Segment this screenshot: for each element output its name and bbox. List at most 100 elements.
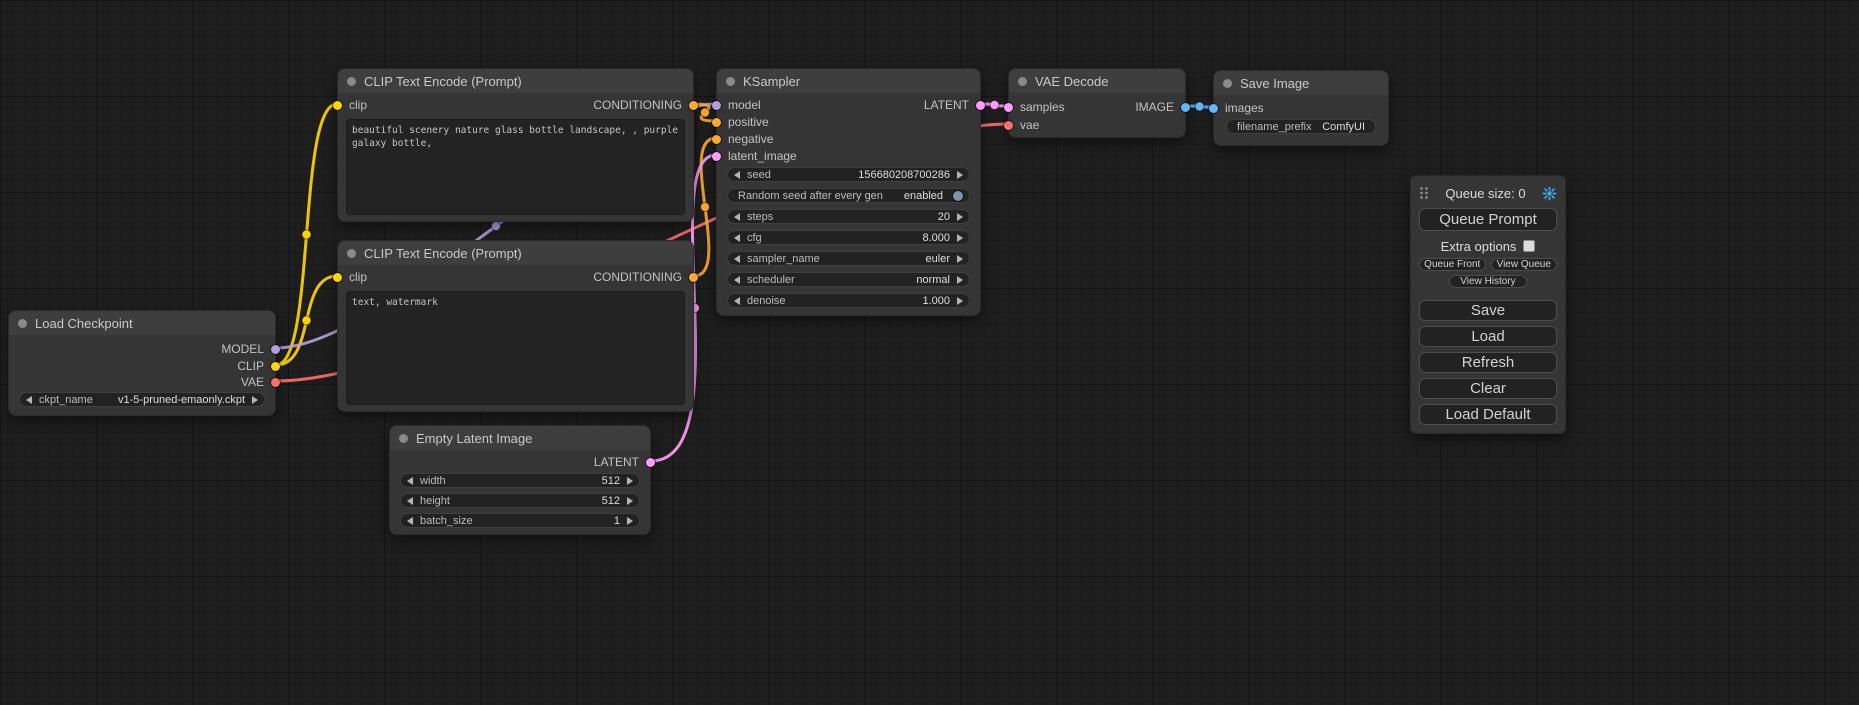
decrement-arrow-icon[interactable] xyxy=(407,477,413,485)
collapse-dot-icon[interactable] xyxy=(18,319,27,328)
node-clip-text-encode-positive[interactable]: CLIP Text Encode (Prompt) clip CONDITION… xyxy=(337,68,694,222)
node-title-bar[interactable]: Save Image xyxy=(1214,71,1388,95)
model-port-icon[interactable] xyxy=(712,101,721,110)
widget-seed[interactable]: seed 156680208700286 xyxy=(727,167,970,182)
queue-prompt-button[interactable]: Queue Prompt xyxy=(1419,208,1557,231)
widget-batch-size[interactable]: batch_size 1 xyxy=(400,513,640,528)
clip-port-icon[interactable] xyxy=(333,101,342,110)
output-slot-image: IMAGE xyxy=(1135,102,1190,112)
node-empty-latent-image[interactable]: Empty Latent Image LATENT width 512 heig… xyxy=(389,425,651,535)
input-slot-latent-image: latent_image xyxy=(712,151,797,161)
prompt-textarea[interactable]: text, watermark xyxy=(346,291,685,405)
queue-front-button[interactable]: Queue Front xyxy=(1419,258,1486,271)
clip-port-icon[interactable] xyxy=(271,362,280,371)
node-title-bar[interactable]: CLIP Text Encode (Prompt) xyxy=(338,69,693,93)
node-title-bar[interactable]: KSampler xyxy=(717,69,980,93)
drag-handle-icon[interactable] xyxy=(1419,186,1429,200)
decrement-arrow-icon[interactable] xyxy=(407,497,413,505)
slot-label: CLIP xyxy=(237,359,264,373)
node-title: Save Image xyxy=(1240,76,1309,91)
prompt-textarea[interactable]: beautiful scenery nature glass bottle la… xyxy=(346,119,685,215)
increment-arrow-icon[interactable] xyxy=(957,297,963,305)
node-graph-canvas[interactable]: Load Checkpoint MODEL CLIP VAE ckpt_name… xyxy=(0,0,1859,705)
decrement-arrow-icon[interactable] xyxy=(26,396,32,404)
decrement-arrow-icon[interactable] xyxy=(734,213,740,221)
increment-arrow-icon[interactable] xyxy=(627,497,633,505)
model-port-icon[interactable] xyxy=(271,345,280,354)
conditioning-port-icon[interactable] xyxy=(712,118,721,127)
extra-options-checkbox[interactable] xyxy=(1523,240,1535,252)
extra-options-row: Extra options xyxy=(1419,239,1557,253)
increment-arrow-icon[interactable] xyxy=(957,234,963,242)
widget-sampler-name[interactable]: sampler_name euler xyxy=(727,251,970,266)
decrement-arrow-icon[interactable] xyxy=(734,276,740,284)
node-title-bar[interactable]: Load Checkpoint xyxy=(9,311,275,335)
widget-label: batch_size xyxy=(420,515,473,527)
conditioning-port-icon[interactable] xyxy=(712,135,721,144)
widget-ckpt-name[interactable]: ckpt_name v1-5-pruned-emaonly.ckpt xyxy=(19,392,265,407)
image-port-icon[interactable] xyxy=(1209,104,1218,113)
input-slot-images: images xyxy=(1209,103,1264,113)
random-seed-toggle-icon[interactable] xyxy=(953,191,963,201)
load-default-button[interactable]: Load Default xyxy=(1419,404,1557,425)
widget-width[interactable]: width 512 xyxy=(400,473,640,488)
node-clip-text-encode-negative[interactable]: CLIP Text Encode (Prompt) clip CONDITION… xyxy=(337,240,694,412)
save-button[interactable]: Save xyxy=(1419,300,1557,321)
increment-arrow-icon[interactable] xyxy=(957,213,963,221)
widget-value: 156680208700286 xyxy=(858,169,950,181)
node-title-bar[interactable]: CLIP Text Encode (Prompt) xyxy=(338,241,693,265)
latent-port-icon[interactable] xyxy=(712,152,721,161)
clip-port-icon[interactable] xyxy=(333,273,342,282)
node-vae-decode[interactable]: VAE Decode samples vae IMAGE xyxy=(1008,68,1186,138)
conditioning-port-icon[interactable] xyxy=(689,101,698,110)
widget-filename-prefix[interactable]: filename_prefix ComfyUI xyxy=(1226,119,1376,134)
vae-port-icon[interactable] xyxy=(271,378,280,387)
latent-port-icon[interactable] xyxy=(976,101,985,110)
settings-gear-icon[interactable] xyxy=(1542,186,1557,201)
view-queue-button[interactable]: View Queue xyxy=(1491,258,1558,271)
collapse-dot-icon[interactable] xyxy=(399,434,408,443)
node-save-image[interactable]: Save Image images filename_prefix ComfyU… xyxy=(1213,70,1389,146)
decrement-arrow-icon[interactable] xyxy=(734,171,740,179)
load-button[interactable]: Load xyxy=(1419,326,1557,347)
node-ksampler[interactable]: KSampler model positive negative latent_… xyxy=(716,68,981,316)
increment-arrow-icon[interactable] xyxy=(957,255,963,263)
increment-arrow-icon[interactable] xyxy=(627,477,633,485)
widget-cfg[interactable]: cfg 8.000 xyxy=(727,230,970,245)
widget-denoise[interactable]: denoise 1.000 xyxy=(727,293,970,308)
widget-scheduler[interactable]: scheduler normal xyxy=(727,272,970,287)
widget-random-seed[interactable]: Random seed after every gen enabled xyxy=(727,188,970,203)
output-slot-latent: LATENT xyxy=(594,457,655,467)
clear-button[interactable]: Clear xyxy=(1419,378,1557,399)
widget-steps[interactable]: steps 20 xyxy=(727,209,970,224)
collapse-dot-icon[interactable] xyxy=(726,77,735,86)
decrement-arrow-icon[interactable] xyxy=(734,255,740,263)
decrement-arrow-icon[interactable] xyxy=(734,234,740,242)
decrement-arrow-icon[interactable] xyxy=(407,517,413,525)
node-load-checkpoint[interactable]: Load Checkpoint MODEL CLIP VAE ckpt_name… xyxy=(8,310,276,416)
collapse-dot-icon[interactable] xyxy=(347,249,356,258)
collapse-dot-icon[interactable] xyxy=(1223,79,1232,88)
conditioning-port-icon[interactable] xyxy=(689,273,698,282)
increment-arrow-icon[interactable] xyxy=(252,396,258,404)
latent-port-icon[interactable] xyxy=(646,458,655,467)
widget-height[interactable]: height 512 xyxy=(400,493,640,508)
latent-port-icon[interactable] xyxy=(1004,103,1013,112)
slot-label: model xyxy=(728,98,761,112)
increment-arrow-icon[interactable] xyxy=(627,517,633,525)
input-slot-positive: positive xyxy=(712,117,769,127)
slot-label: LATENT xyxy=(594,455,639,469)
node-title-bar[interactable]: Empty Latent Image xyxy=(390,426,650,450)
collapse-dot-icon[interactable] xyxy=(1018,77,1027,86)
refresh-button[interactable]: Refresh xyxy=(1419,352,1557,373)
increment-arrow-icon[interactable] xyxy=(957,276,963,284)
increment-arrow-icon[interactable] xyxy=(957,171,963,179)
node-title-bar[interactable]: VAE Decode xyxy=(1009,69,1185,93)
decrement-arrow-icon[interactable] xyxy=(734,297,740,305)
collapse-dot-icon[interactable] xyxy=(347,77,356,86)
view-history-button[interactable]: View History xyxy=(1449,275,1527,288)
vae-port-icon[interactable] xyxy=(1004,121,1013,130)
widget-label: width xyxy=(420,475,446,487)
image-port-icon[interactable] xyxy=(1181,103,1190,112)
slot-label: vae xyxy=(1020,118,1039,132)
